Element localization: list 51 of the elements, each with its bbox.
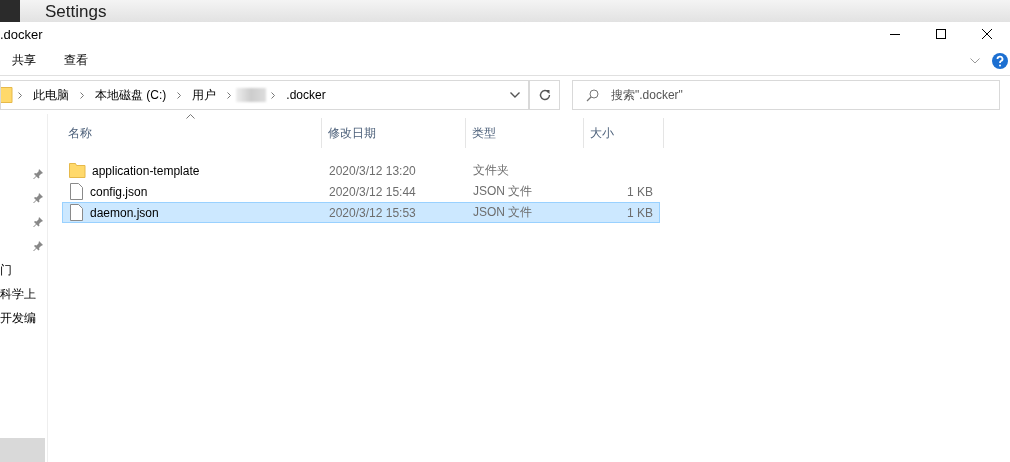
file-icon [69,204,84,221]
ribbon-tab[interactable]: 查看 [52,48,100,73]
breadcrumb-item[interactable]: 此电脑 [27,86,75,104]
app-icon-tile [0,0,20,22]
close-icon[interactable] [982,29,992,39]
breadcrumb-item[interactable]: 本地磁盘 (C:) [89,86,173,104]
nav-item[interactable]: 科学上 [0,282,47,306]
file-name: application-template [92,163,200,178]
file-type: JSON 文件 [472,204,534,221]
file-row[interactable]: application-template 2020/3/12 13:20 文件夹 [62,160,660,181]
chevron-right-icon [227,91,232,99]
file-date: 2020/3/12 15:44 [328,184,417,199]
pin-icon[interactable] [33,193,43,203]
folder-icon [1,86,13,104]
dropdown-icon[interactable] [509,92,520,98]
folder-icon [69,162,86,179]
file-date: 2020/3/12 13:20 [328,163,417,178]
refresh-icon[interactable] [538,89,551,101]
chevron-right-icon [271,91,276,99]
chevron-right-icon [18,91,22,99]
file-type: JSON 文件 [472,183,534,200]
selected-file-row[interactable]: daemon.json 2020/3/12 15:53 JSON 文件 1 KB [62,202,660,223]
file-size: 1 KB [626,184,654,199]
ribbon-tab[interactable]: 共享 [0,48,48,73]
column-header[interactable]: 类型 [466,118,584,148]
pin-icon[interactable] [33,217,43,227]
background-window-title: Settings [45,1,107,22]
file-row[interactable]: config.json 2020/3/12 15:44 JSON 文件 1 KB [62,181,660,202]
nav-item[interactable]: 门 [0,258,47,282]
pin-icon[interactable] [33,169,43,179]
help-icon[interactable] [992,52,1008,69]
chevron-right-icon [80,91,84,99]
file-name: daemon.json [90,205,159,220]
pin-icon[interactable] [33,241,43,251]
chevron-down-icon[interactable] [970,57,980,64]
column-header[interactable]: 名称 [62,118,322,148]
redacted-segment [236,88,267,102]
file-name: config.json [90,184,148,199]
breadcrumb-item[interactable]: 用户 [186,86,223,104]
file-size: 1 KB [626,205,654,220]
window-title: .docker [0,26,44,42]
column-header[interactable]: 大小 [584,118,664,148]
search-field[interactable]: 搜索".docker" [572,80,1000,110]
file-type: 文件夹 [472,162,510,179]
breadcrumb-item[interactable]: .docker [280,88,332,102]
chevron-right-icon [177,91,182,99]
column-header[interactable]: 修改日期 [322,118,466,148]
file-icon [69,183,84,200]
maximize-icon[interactable] [936,29,946,39]
file-date: 2020/3/12 15:53 [328,205,417,220]
nav-item[interactable]: 开发编 [0,306,47,330]
